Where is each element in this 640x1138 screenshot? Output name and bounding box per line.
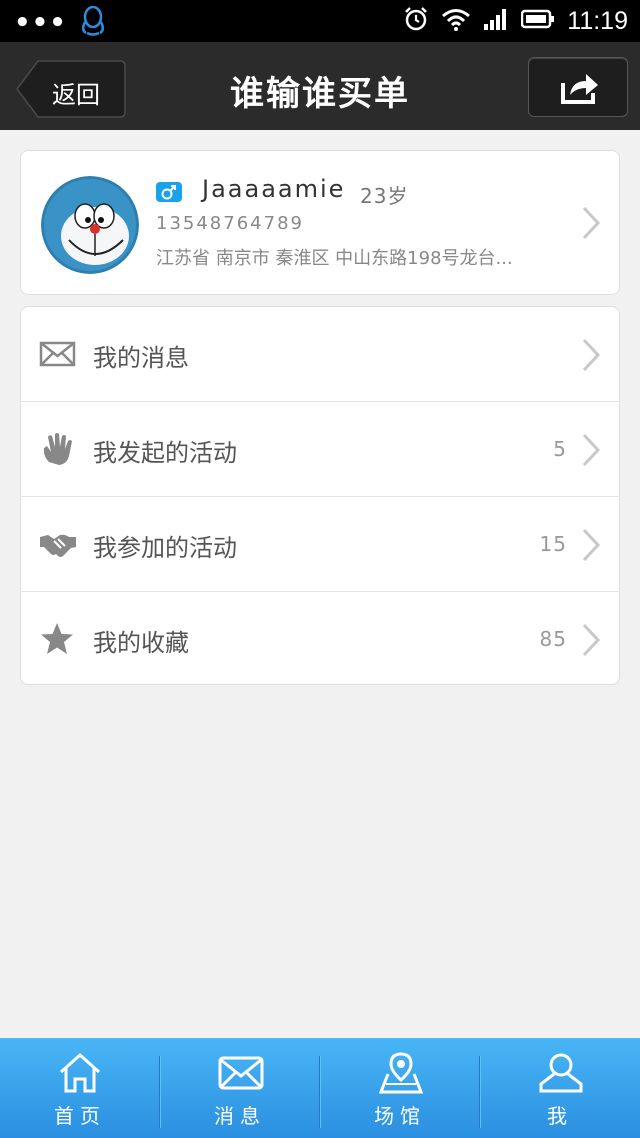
status-bar: ••• 11:19 xyxy=(0,0,640,42)
wifi-icon xyxy=(441,7,471,35)
menu-item-count: 85 xyxy=(539,627,567,651)
menu-item-my-joined-events[interactable]: 我参加的活动 15 xyxy=(21,497,619,592)
menu-item-count: 15 xyxy=(539,532,567,556)
menu-item-favorites[interactable]: 我的收藏 85 xyxy=(21,592,619,687)
venue-map-icon xyxy=(378,1052,424,1094)
menu-item-count: 5 xyxy=(553,437,567,461)
username: Jaaaaamie xyxy=(202,175,346,203)
envelope-icon xyxy=(39,337,77,371)
bottom-tab-bar: 首页 消息 场馆 我 xyxy=(0,1038,640,1138)
tab-messages[interactable]: 消息 xyxy=(160,1038,320,1138)
star-icon xyxy=(39,622,77,656)
home-icon xyxy=(59,1052,101,1093)
mail-icon xyxy=(218,1056,264,1090)
tab-home[interactable]: 首页 xyxy=(0,1038,160,1138)
menu-item-messages[interactable]: 我的消息 xyxy=(21,307,619,402)
clock: 11:19 xyxy=(567,6,628,35)
menu-list: 我的消息 我发起的活动 5 我参加的活动 15 我的收藏 85 xyxy=(20,306,620,685)
chevron-right-icon xyxy=(581,206,601,244)
menu-item-label: 我的收藏 xyxy=(93,629,189,657)
chevron-right-icon xyxy=(581,623,601,661)
share-icon xyxy=(561,74,598,104)
tab-label: 场馆 xyxy=(374,1104,426,1128)
nav-bar: 返回 谁输谁买单 xyxy=(0,42,640,130)
tab-label: 首页 xyxy=(54,1104,106,1128)
handshake-icon xyxy=(39,527,77,561)
signal-icon xyxy=(483,7,509,35)
share-button[interactable] xyxy=(528,57,628,117)
notification-dots-icon: ••• xyxy=(14,8,67,38)
chevron-right-icon xyxy=(581,433,601,471)
hand-icon xyxy=(39,432,77,466)
avatar[interactable] xyxy=(41,176,139,274)
user-icon xyxy=(539,1053,583,1093)
user-age: 23岁 xyxy=(360,184,409,208)
menu-item-label: 我的消息 xyxy=(93,344,189,372)
user-phone: 13548764789 xyxy=(156,213,304,234)
male-gender-icon xyxy=(156,182,182,202)
qq-penguin-icon xyxy=(81,5,105,40)
chevron-right-icon xyxy=(581,338,601,376)
chevron-right-icon xyxy=(581,528,601,566)
menu-item-my-created-events[interactable]: 我发起的活动 5 xyxy=(21,402,619,497)
menu-item-label: 我发起的活动 xyxy=(93,439,237,467)
menu-item-label: 我参加的活动 xyxy=(93,534,237,562)
tab-label: 消息 xyxy=(214,1104,266,1128)
tab-venues[interactable]: 场馆 xyxy=(320,1038,480,1138)
tab-me[interactable]: 我 xyxy=(480,1038,640,1138)
tab-label: 我 xyxy=(547,1104,573,1128)
user-address: 江苏省 南京市 秦淮区 中山东路198号龙台... xyxy=(156,248,513,269)
profile-card[interactable]: Jaaaaamie 23岁 13548764789 江苏省 南京市 秦淮区 中山… xyxy=(20,150,620,295)
battery-icon xyxy=(521,9,555,33)
alarm-clock-icon xyxy=(403,6,429,36)
